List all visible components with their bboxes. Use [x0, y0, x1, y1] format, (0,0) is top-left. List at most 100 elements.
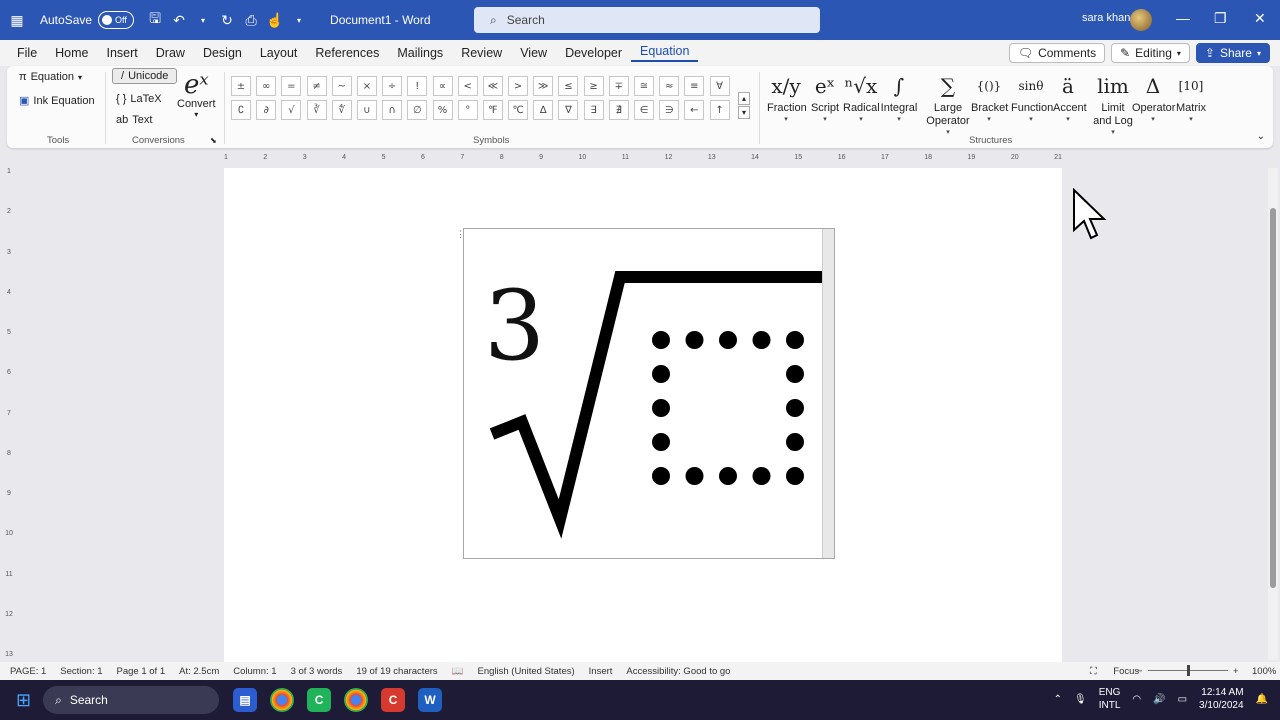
maximize-icon[interactable]: ❐	[1214, 10, 1227, 27]
structure-accent-button[interactable]: ä Accent ▾	[1053, 70, 1087, 123]
structure-operator-button[interactable]: Δ Operator ▾	[1132, 70, 1175, 123]
symbol-button[interactable]: ≅	[634, 76, 654, 96]
notifications-icon[interactable]: 🔔	[1256, 694, 1268, 705]
symbol-button[interactable]: ∛	[306, 100, 327, 120]
camtasia-app-icon[interactable]: C	[307, 688, 332, 712]
focus-button[interactable]: ⛶ Focus	[1090, 666, 1153, 677]
status-language[interactable]: English (United States)	[477, 666, 574, 677]
symbol-button[interactable]: >	[508, 76, 529, 96]
structure-script-button[interactable]: eˣ Script ▾	[810, 70, 840, 123]
word-taskbar-icon[interactable]: W	[418, 688, 443, 712]
symbol-button[interactable]: ±	[231, 76, 251, 96]
status-pages[interactable]: Page 1 of 1	[117, 666, 166, 677]
proofing-icon[interactable]: 📖	[452, 666, 464, 677]
minimize-icon[interactable]: —	[1176, 10, 1190, 26]
status-words[interactable]: 3 of 3 words	[291, 666, 343, 677]
symbol-button[interactable]: ∈	[634, 100, 654, 120]
status-at[interactable]: At: 2.5cm	[179, 666, 219, 677]
equation-scrollbar[interactable]	[822, 229, 834, 558]
symbol-button[interactable]: ≪	[482, 76, 503, 96]
close-icon[interactable]: ✕	[1254, 10, 1266, 27]
structure-fraction-button[interactable]: x/y Fraction ▾	[767, 70, 807, 123]
symbol-button[interactable]: ∝	[432, 76, 453, 96]
save-icon[interactable]: 🖫	[146, 10, 164, 29]
undo-icon[interactable]: ↶	[170, 11, 188, 29]
symbol-button[interactable]: °	[457, 100, 478, 120]
structure-integral-button[interactable]: ∫ Integral ▾	[879, 70, 919, 123]
symbol-button[interactable]: ≥	[583, 76, 604, 96]
symbol-button[interactable]: ≡	[684, 76, 705, 96]
editing-button[interactable]: ✎ Editing ▾	[1111, 43, 1190, 63]
tab-view[interactable]: View	[511, 46, 556, 60]
volume-icon[interactable]: 🔊	[1153, 694, 1165, 705]
chrome-app-icon[interactable]	[270, 688, 295, 712]
autosave-toggle[interactable]: Off	[98, 11, 135, 29]
scroll-down-icon[interactable]: ▾	[738, 106, 750, 119]
undo-dropdown-icon[interactable]: ▾	[194, 11, 212, 29]
structure-matrix-button[interactable]: [10] Matrix ▾	[1173, 70, 1209, 123]
vertical-scrollbar[interactable]	[1268, 168, 1278, 660]
structure-radical-button[interactable]: ⁿ√x Radical ▾	[843, 70, 880, 123]
tab-home[interactable]: Home	[46, 46, 97, 60]
status-chars[interactable]: 19 of 19 characters	[356, 666, 437, 677]
symbol-button[interactable]: ∜	[331, 100, 352, 120]
word-app-icon[interactable]: ▦	[8, 11, 26, 29]
symbol-button[interactable]: √	[281, 100, 302, 120]
windows-start-icon[interactable]: ⊞	[16, 690, 31, 711]
clock[interactable]: 12:14 AM 3/10/2024	[1199, 686, 1244, 712]
structure-large-operator-button[interactable]: ∑ Large Operator ▾	[925, 70, 971, 136]
symbol-button[interactable]: !	[407, 76, 428, 96]
symbol-button[interactable]: ∋	[659, 100, 680, 120]
battery-icon[interactable]: ▭	[1178, 694, 1187, 705]
status-mode[interactable]: Insert	[589, 666, 613, 677]
structure-bracket-button[interactable]: {()} Bracket ▾	[971, 70, 1008, 123]
symbol-button[interactable]: ←	[684, 100, 705, 120]
tab-review[interactable]: Review	[452, 46, 511, 60]
text-option[interactable]: ab Text	[116, 114, 152, 126]
equation-object[interactable]: ⋮ 3	[456, 228, 835, 559]
symbol-button[interactable]: ↑	[709, 100, 730, 120]
status-column[interactable]: Column: 1	[233, 666, 276, 677]
zoom-out-icon[interactable]: −	[1137, 666, 1143, 677]
unicode-option[interactable]: / Unicode	[112, 68, 178, 84]
symbol-button[interactable]: ~	[331, 76, 352, 96]
tab-design[interactable]: Design	[194, 46, 251, 60]
search-box[interactable]: ⌕ Search	[474, 7, 820, 33]
touch-mode-icon[interactable]: ☝	[266, 11, 284, 29]
language-indicator[interactable]: ENG INTL	[1099, 686, 1121, 712]
equation-handle-icon[interactable]: ⋮	[456, 229, 465, 243]
avatar[interactable]	[1130, 9, 1152, 31]
symbol-button[interactable]: ÷	[382, 76, 403, 96]
tab-draw[interactable]: Draw	[147, 46, 194, 60]
tab-equation[interactable]: Equation	[631, 44, 699, 62]
tab-references[interactable]: References	[306, 46, 388, 60]
radical-index[interactable]: 3	[484, 270, 545, 382]
tab-mailings[interactable]: Mailings	[388, 46, 452, 60]
symbol-button[interactable]: ℃	[508, 100, 529, 120]
dialog-launcher-icon[interactable]: ⬊	[210, 136, 217, 145]
symbol-button[interactable]: ≈	[659, 76, 680, 96]
chevron-up-icon[interactable]: ⌃	[1054, 694, 1062, 705]
symbol-button[interactable]: ≠	[306, 76, 327, 96]
symbol-button[interactable]: ∅	[407, 100, 428, 120]
scroll-up-icon[interactable]: ▴	[738, 92, 750, 105]
taskbar-search[interactable]: ⌕ Search	[43, 686, 220, 714]
symbol-button[interactable]: ∄	[608, 100, 629, 120]
symbol-button[interactable]: ≤	[558, 76, 579, 96]
zoom-slider-thumb[interactable]	[1187, 665, 1190, 676]
status-section[interactable]: Section: 1	[60, 666, 102, 677]
status-page[interactable]: PAGE: 1	[10, 666, 46, 677]
structure-function-button[interactable]: sinθ Function ▾	[1011, 70, 1053, 123]
symbol-button[interactable]: ∓	[608, 76, 629, 96]
equation-button[interactable]: π Equation ▾	[19, 71, 82, 83]
comments-button[interactable]: 🗨 Comments	[1008, 43, 1106, 63]
symbol-button[interactable]: =	[281, 76, 302, 96]
symbol-button[interactable]: ∃	[583, 100, 604, 120]
share-button[interactable]: ⇪ Share ▾	[1195, 43, 1270, 63]
chrome-app-icon[interactable]	[344, 688, 369, 712]
tab-insert[interactable]: Insert	[98, 46, 147, 60]
recorder-app-icon[interactable]: C	[381, 688, 406, 712]
symbol-button[interactable]: ∀	[709, 76, 730, 96]
symbol-button[interactable]: %	[432, 100, 453, 120]
convert-button[interactable]: eˣ Convert ▾	[177, 72, 216, 119]
